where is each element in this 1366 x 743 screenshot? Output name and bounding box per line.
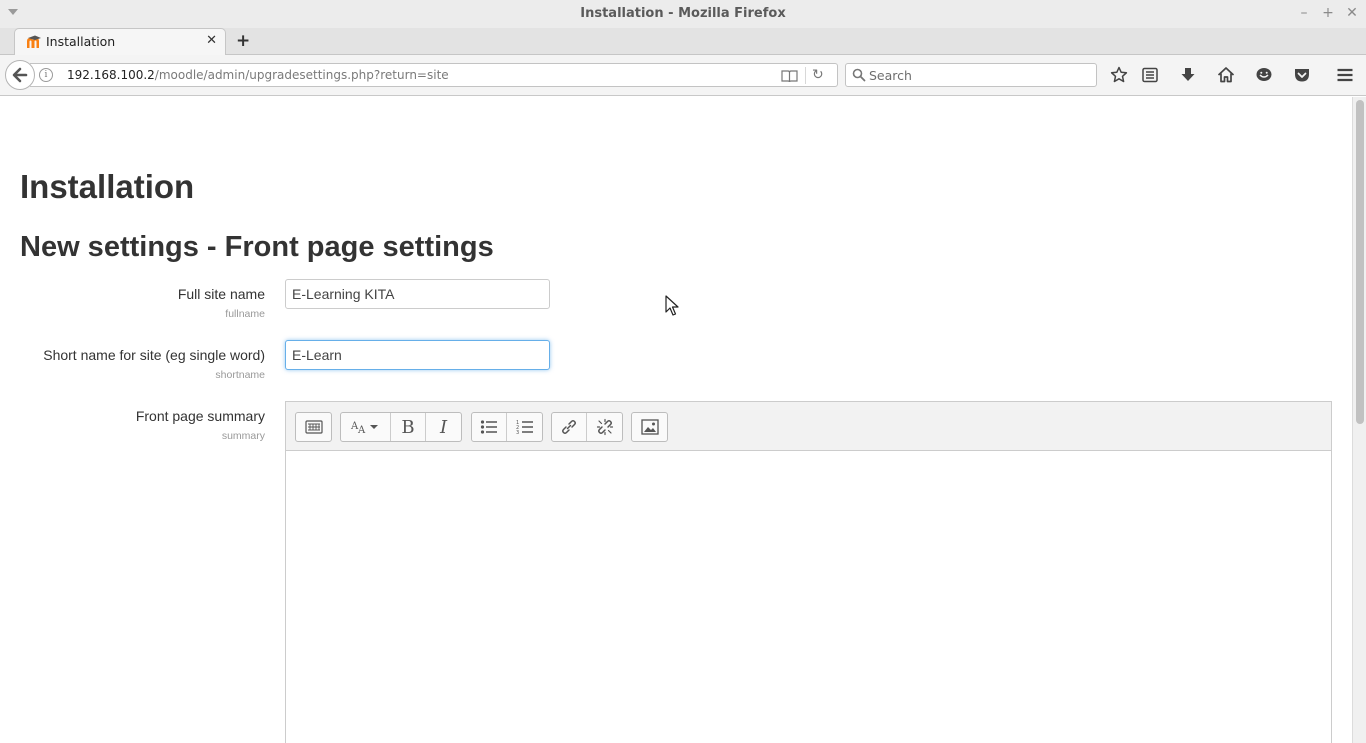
toolbar-group-lists: 1 2 3 bbox=[471, 412, 543, 442]
numbered-list-icon: 1 2 3 bbox=[516, 420, 533, 435]
moodle-favicon-icon bbox=[27, 35, 41, 48]
bookmark-star-icon[interactable] bbox=[1110, 66, 1128, 84]
summary-editor[interactable]: A A B I 1 2 3 bbox=[285, 401, 1332, 743]
minimize-icon[interactable]: – bbox=[1297, 5, 1311, 21]
image-icon bbox=[640, 419, 659, 435]
scrollbar-thumb[interactable] bbox=[1356, 100, 1364, 424]
mouse-cursor-icon bbox=[665, 295, 679, 316]
summary-key: summary bbox=[221, 430, 265, 442]
keyboard-icon bbox=[304, 420, 323, 434]
svg-text:3: 3 bbox=[516, 430, 519, 435]
paragraph-styles-button[interactable]: A A bbox=[341, 413, 391, 441]
fullname-label: Full site name bbox=[177, 286, 265, 302]
hamburger-menu-icon[interactable] bbox=[1336, 66, 1354, 84]
toolbar-group-media bbox=[631, 412, 668, 442]
unordered-list-button[interactable] bbox=[472, 413, 507, 441]
toolbar-group-style: A A B I bbox=[340, 412, 462, 442]
new-tab-icon[interactable]: + bbox=[236, 32, 250, 50]
reader-view-icon[interactable] bbox=[781, 69, 798, 83]
search-input[interactable] bbox=[869, 66, 1089, 84]
tab-strip: Installation ✕ + bbox=[0, 28, 1366, 55]
font-style-icon: A A bbox=[350, 421, 378, 435]
fullname-key: fullname bbox=[225, 308, 265, 320]
toolbar-group-toggle bbox=[295, 412, 332, 442]
close-window-icon[interactable]: ✕ bbox=[1345, 5, 1359, 21]
bold-button[interactable]: B bbox=[391, 413, 426, 441]
unlink-icon bbox=[596, 418, 613, 436]
shortname-key: shortname bbox=[215, 369, 265, 381]
unlink-button[interactable] bbox=[587, 413, 622, 441]
toolbar-group-links bbox=[551, 412, 623, 442]
page-heading: Installation bbox=[20, 168, 195, 205]
link-icon bbox=[562, 420, 576, 434]
link-button[interactable] bbox=[552, 413, 587, 441]
reload-icon[interactable]: ↻ bbox=[812, 67, 824, 83]
tab-close-icon[interactable]: ✕ bbox=[206, 33, 217, 48]
site-info-icon[interactable]: i bbox=[39, 68, 53, 82]
search-icon bbox=[852, 68, 866, 82]
italic-button[interactable]: I bbox=[426, 413, 461, 441]
hello-chat-icon[interactable] bbox=[1255, 66, 1273, 84]
fullname-input[interactable] bbox=[285, 279, 550, 309]
url-separator bbox=[805, 67, 806, 84]
url-text[interactable]: 192.168.100.2/moodle/admin/upgradesettin… bbox=[67, 68, 449, 82]
downloads-icon[interactable] bbox=[1179, 66, 1197, 84]
svg-text:A: A bbox=[357, 425, 366, 435]
shortname-input[interactable] bbox=[285, 340, 550, 370]
section-heading: New settings - Front page settings bbox=[20, 231, 494, 263]
tab-installation[interactable]: Installation ✕ bbox=[14, 28, 226, 55]
back-button[interactable] bbox=[5, 60, 35, 90]
shortname-label: Short name for site (eg single word) bbox=[43, 347, 265, 363]
tab-label: Installation bbox=[46, 34, 116, 49]
show-more-buttons-button[interactable] bbox=[296, 413, 331, 441]
maximize-icon[interactable]: + bbox=[1321, 5, 1335, 21]
search-bar[interactable] bbox=[845, 63, 1097, 87]
italic-icon: I bbox=[439, 416, 448, 438]
editor-toolbar: A A B I 1 2 3 bbox=[286, 402, 1331, 451]
url-host: 192.168.100.2 bbox=[67, 68, 155, 82]
page-scrollbar[interactable] bbox=[1352, 97, 1366, 743]
url-bar[interactable]: i 192.168.100.2/moodle/admin/upgradesett… bbox=[30, 63, 838, 87]
summary-label: Front page summary bbox=[135, 408, 265, 424]
url-path: /moodle/admin/upgradesettings.php?return… bbox=[154, 68, 449, 82]
window-title-bar: Installation - Mozilla Firefox – + ✕ bbox=[0, 0, 1366, 28]
pocket-icon[interactable] bbox=[1293, 66, 1311, 84]
home-icon[interactable] bbox=[1217, 66, 1235, 84]
insert-image-button[interactable] bbox=[632, 413, 667, 441]
bullet-list-icon bbox=[480, 420, 497, 434]
window-title: Installation - Mozilla Firefox bbox=[580, 6, 786, 21]
ordered-list-button[interactable]: 1 2 3 bbox=[507, 413, 542, 441]
back-arrow-icon bbox=[12, 67, 28, 83]
bookmarks-menu-icon[interactable] bbox=[1141, 66, 1159, 84]
page-content: Installation New settings - Front page s… bbox=[0, 97, 1352, 743]
navigation-toolbar: i 192.168.100.2/moodle/admin/upgradesett… bbox=[0, 55, 1366, 96]
bold-icon: B bbox=[401, 416, 415, 438]
